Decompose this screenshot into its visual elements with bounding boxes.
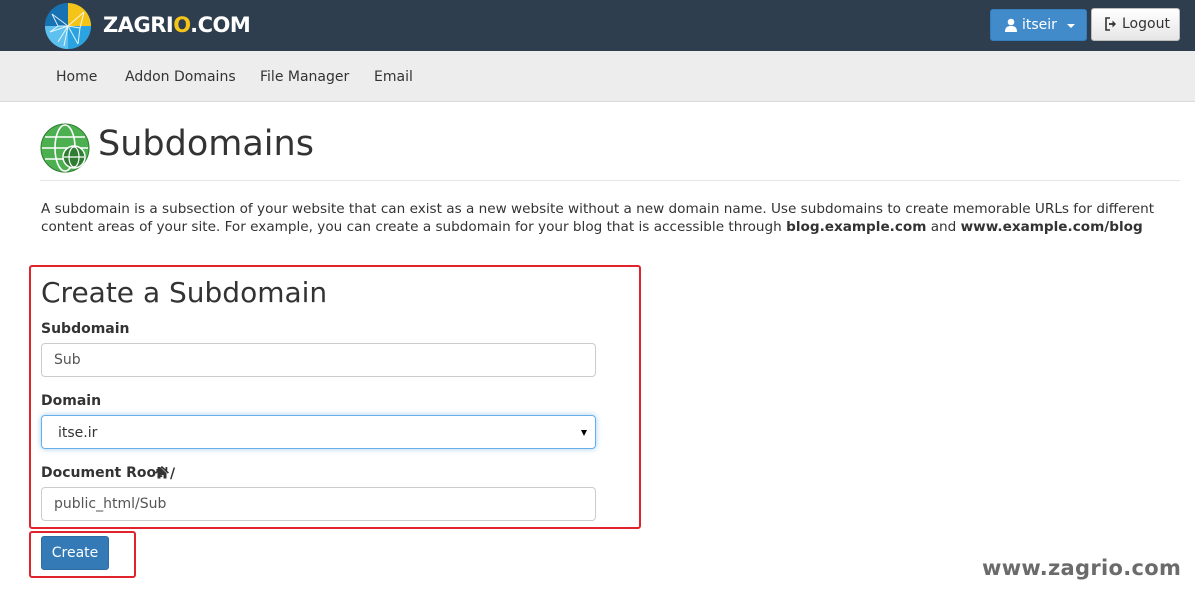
brand-name-part1: ZAGRI [103, 13, 174, 37]
top-bar: ZAGRIO.COM itseir Logout [0, 0, 1195, 51]
nav-item-home[interactable]: Home [56, 68, 97, 86]
caret-down-icon [1067, 24, 1075, 28]
brand-name-o: O [173, 13, 191, 37]
create-button[interactable]: Create [41, 536, 109, 570]
logout-button[interactable]: Logout [1091, 8, 1180, 41]
dropdown-arrow-icon [581, 430, 587, 436]
logout-label: Logout [1122, 16, 1170, 32]
main-nav: Home Addon Domains File Manager Email [0, 51, 1195, 102]
document-root-input[interactable] [41, 487, 596, 521]
user-icon [1005, 18, 1017, 32]
nav-item-addon-domains[interactable]: Addon Domains [125, 68, 236, 86]
home-icon [155, 466, 169, 479]
subdomain-label: Subdomain [41, 321, 130, 337]
subdomains-globe-icon [40, 123, 90, 173]
title-divider [40, 180, 1180, 181]
page-title: Subdomains [98, 124, 314, 164]
form-title: Create a Subdomain [41, 276, 328, 309]
user-name: itseir [1022, 17, 1057, 33]
nav-item-file-manager[interactable]: File Manager [260, 68, 349, 86]
subdomain-input[interactable] [41, 343, 596, 377]
page-description: A subdomain is a subsection of your webs… [41, 200, 1171, 236]
zagrio-logo-icon[interactable] [44, 2, 92, 50]
description-and: and [926, 219, 961, 235]
brand-name-part2: .COM [190, 13, 251, 37]
domain-selected-value: itse.ir [58, 425, 98, 441]
domain-select[interactable]: itse.ir [41, 415, 596, 449]
document-root-label: Document Root [41, 465, 163, 481]
description-example-1: blog.example.com [786, 219, 927, 235]
description-example-2: www.example.com/blog [960, 219, 1143, 235]
sign-out-icon [1105, 17, 1116, 31]
nav-item-email[interactable]: Email [374, 68, 413, 86]
user-menu-button[interactable]: itseir [990, 9, 1087, 41]
watermark: www.zagrio.com [982, 556, 1182, 580]
brand-name[interactable]: ZAGRIO.COM [103, 13, 251, 37]
domain-label: Domain [41, 393, 102, 409]
document-root-slash: / [170, 466, 176, 482]
